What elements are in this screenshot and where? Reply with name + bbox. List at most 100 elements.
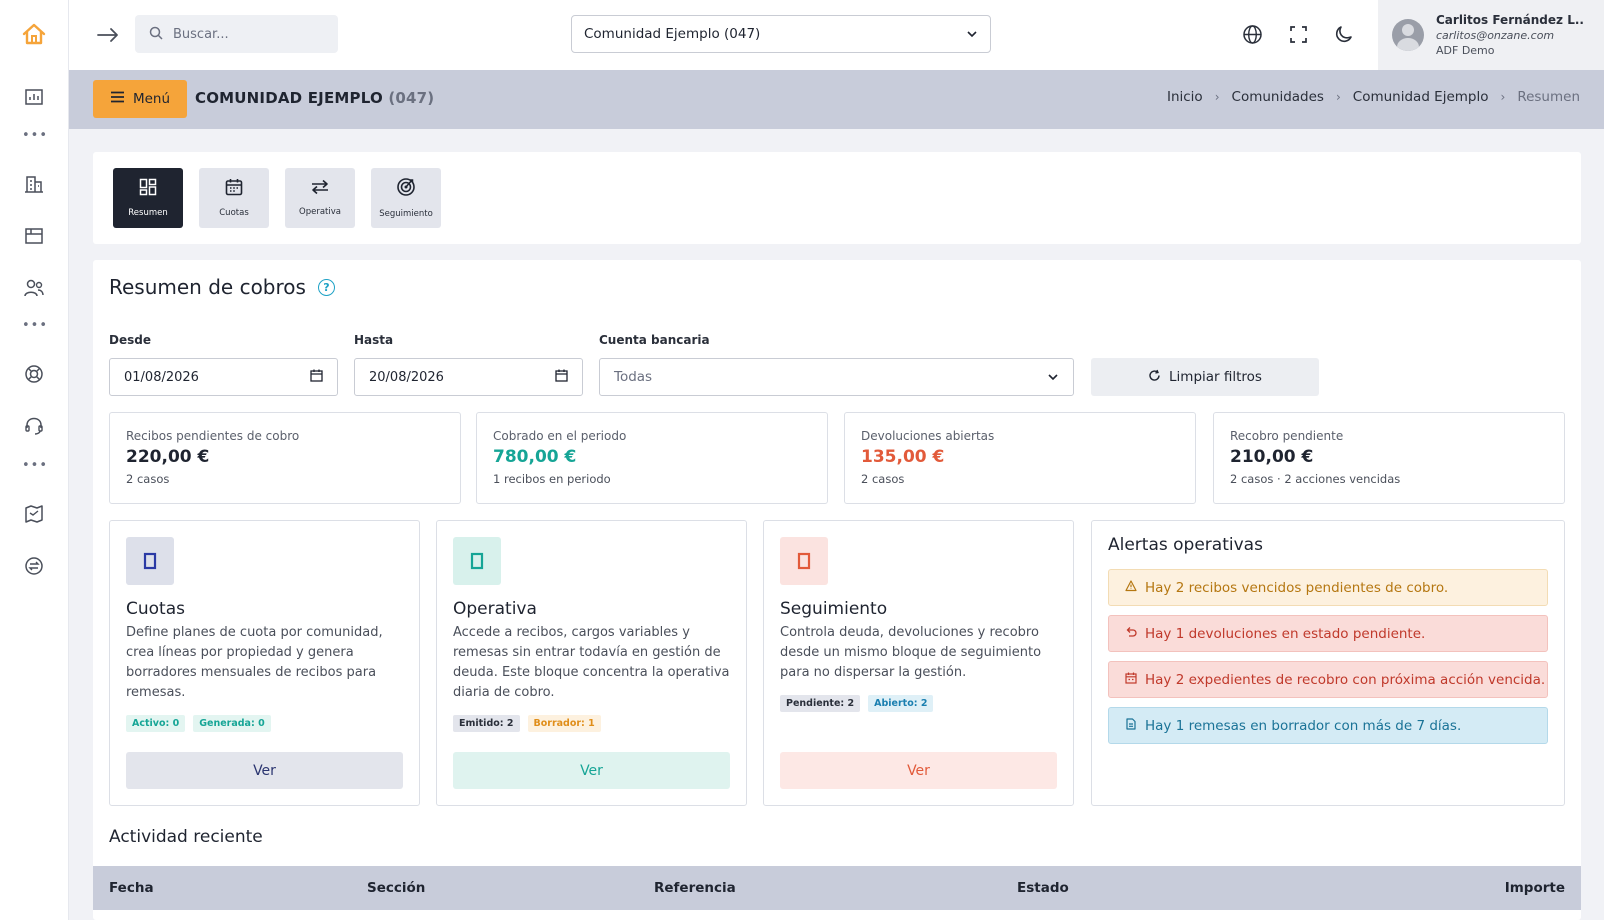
alerts-panel: Alertas operativas Hay 2 recibos vencido… <box>1091 520 1565 806</box>
tab-seguimiento[interactable]: Seguimiento <box>371 168 441 228</box>
activity-title: Actividad reciente <box>109 827 263 847</box>
feature-title: Cuotas <box>126 599 185 619</box>
user-email: carlitos@onzane.com <box>1436 29 1555 42</box>
alert-warning[interactable]: Hay 2 recibos vencidos pendientes de cob… <box>1108 569 1548 606</box>
tab-label: Operativa <box>299 207 341 217</box>
tab-label: Seguimiento <box>379 209 433 219</box>
stat-recobro: Recobro pendiente 210,00 € 2 casos · 2 a… <box>1213 412 1565 504</box>
payments-icon[interactable] <box>20 552 48 580</box>
chevron-down-icon <box>966 26 978 42</box>
more-icon: ••• <box>22 458 49 473</box>
alert-text: Hay 1 remesas en borrador con más de 7 d… <box>1145 717 1462 734</box>
ver-operativa-button[interactable]: Ver <box>453 752 730 789</box>
hasta-date-value: 20/08/2026 <box>369 369 444 385</box>
column-header-seccion[interactable]: Sección <box>367 880 425 896</box>
home-icon[interactable] <box>20 20 48 48</box>
buildings-icon[interactable] <box>20 170 48 198</box>
breadcrumb-item-comunidad[interactable]: Comunidad Ejemplo <box>1353 89 1489 105</box>
tab-label: Cuotas <box>219 208 249 218</box>
stat-sub: 2 casos <box>126 472 170 486</box>
square-icon <box>780 537 828 585</box>
sidebar: ••• ••• ••• <box>0 0 69 920</box>
badge: Pendiente: 2 <box>780 695 861 712</box>
gallery-icon[interactable] <box>20 222 48 250</box>
swap-icon <box>310 179 330 199</box>
community-select[interactable]: Comunidad Ejemplo (047) <box>571 15 991 53</box>
desde-date-input[interactable]: 01/08/2026 <box>109 358 338 396</box>
search-icon <box>149 25 163 44</box>
menu-button[interactable]: Menú <box>93 80 187 118</box>
map-icon[interactable] <box>20 500 48 528</box>
fullscreen-icon[interactable] <box>1285 21 1311 47</box>
feature-description: Controla deuda, devoluciones y recobro d… <box>780 625 1042 680</box>
refresh-icon <box>1148 369 1161 386</box>
stat-label: Devoluciones abiertas <box>861 429 995 443</box>
alert-danger[interactable]: Hay 1 devoluciones en estado pendiente. <box>1108 615 1548 652</box>
ver-cuotas-button[interactable]: Ver <box>126 752 403 789</box>
square-icon <box>453 537 501 585</box>
topbar: Comunidad Ejemplo (047) Carlitos Fernánd… <box>69 0 1604 70</box>
users-icon[interactable] <box>20 274 48 302</box>
help-icon[interactable]: ? <box>317 278 335 296</box>
alert-info[interactable]: Hay 1 remesas en borrador con más de 7 d… <box>1108 707 1548 744</box>
ver-seguimiento-button[interactable]: Ver <box>780 752 1057 789</box>
stat-cobrado: Cobrado en el periodo 780,00 € 1 recibos… <box>476 412 828 504</box>
hamburger-icon <box>110 91 125 107</box>
column-header-estado[interactable]: Estado <box>1017 880 1069 896</box>
section-title-text: Resumen de cobros <box>109 275 306 299</box>
stat-devoluciones: Devoluciones abiertas 135,00 € 2 casos <box>844 412 1196 504</box>
alert-text: Hay 1 devoluciones en estado pendiente. <box>1145 625 1426 642</box>
clear-filters-label: Limpiar filtros <box>1169 369 1262 385</box>
column-header-importe[interactable]: Importe <box>1505 880 1565 896</box>
user-menu[interactable]: Carlitos Fernández L.. carlitos@onzane.c… <box>1378 0 1604 70</box>
feature-title: Seguimiento <box>780 599 888 619</box>
alert-text: Hay 2 expedientes de recobro con próxima… <box>1145 671 1546 688</box>
stat-label: Recobro pendiente <box>1230 429 1344 443</box>
stat-value: 135,00 € <box>861 447 945 467</box>
tab-operativa[interactable]: Operativa <box>285 168 355 228</box>
user-org: ADF Demo <box>1436 44 1495 57</box>
breadcrumb-item-comunidades[interactable]: Comunidades <box>1232 89 1324 105</box>
hasta-label: Hasta <box>354 333 394 347</box>
hasta-date-input[interactable]: 20/08/2026 <box>354 358 583 396</box>
feature-card-cuotas: Cuotas Define planes de cuota por comuni… <box>109 520 420 806</box>
search-box[interactable] <box>135 15 338 53</box>
badge: Activo: 0 <box>126 715 186 732</box>
calendar-icon <box>555 369 568 386</box>
moon-icon[interactable] <box>1331 21 1357 47</box>
search-input[interactable] <box>173 26 323 42</box>
tab-cuotas[interactable]: Cuotas <box>199 168 269 228</box>
column-header-referencia[interactable]: Referencia <box>654 880 736 896</box>
alert-text: Hay 2 recibos vencidos pendientes de cob… <box>1145 579 1449 596</box>
feature-card-seguimiento: Seguimiento Controla deuda, devoluciones… <box>763 520 1074 806</box>
stat-label: Recibos pendientes de cobro <box>126 429 300 443</box>
globe-icon[interactable] <box>1239 21 1265 47</box>
building-stats-icon[interactable] <box>20 82 48 110</box>
page-title-code: (047) <box>388 89 435 107</box>
cuenta-bancaria-select[interactable]: Todas <box>599 358 1074 396</box>
expand-arrow-icon[interactable] <box>95 22 121 48</box>
stat-sub: 2 casos <box>861 472 905 486</box>
clear-filters-button[interactable]: Limpiar filtros <box>1091 358 1319 396</box>
feature-card-operativa: Operativa Accede a recibos, cargos varia… <box>436 520 747 806</box>
badge: Generada: 0 <box>193 715 271 732</box>
stat-sub: 2 casos · 2 acciones vencidas <box>1230 472 1401 486</box>
chevron-right-icon: › <box>1500 90 1506 104</box>
desde-date-value: 01/08/2026 <box>124 369 199 385</box>
headset-icon[interactable] <box>20 412 48 440</box>
dashboard-icon <box>139 178 157 200</box>
alert-danger[interactable]: Hay 2 expedientes de recobro con próxima… <box>1108 661 1548 698</box>
tab-resumen[interactable]: Resumen <box>113 168 183 228</box>
breadcrumb-item-inicio[interactable]: Inicio <box>1167 89 1203 105</box>
menu-button-label: Menú <box>132 91 171 107</box>
warning-icon <box>1125 579 1137 596</box>
stat-sub: 1 recibos en periodo <box>493 472 611 486</box>
feature-title: Operativa <box>453 599 537 619</box>
column-header-fecha[interactable]: Fecha <box>109 880 154 896</box>
stat-label: Cobrado en el periodo <box>493 429 627 443</box>
lifebuoy-icon[interactable] <box>20 360 48 388</box>
page-title-text: COMUNIDAD EJEMPLO <box>195 89 383 107</box>
chevron-right-icon: › <box>1335 90 1341 104</box>
community-select-value: Comunidad Ejemplo (047) <box>584 26 761 42</box>
badge: Borrador: 1 <box>527 715 601 732</box>
